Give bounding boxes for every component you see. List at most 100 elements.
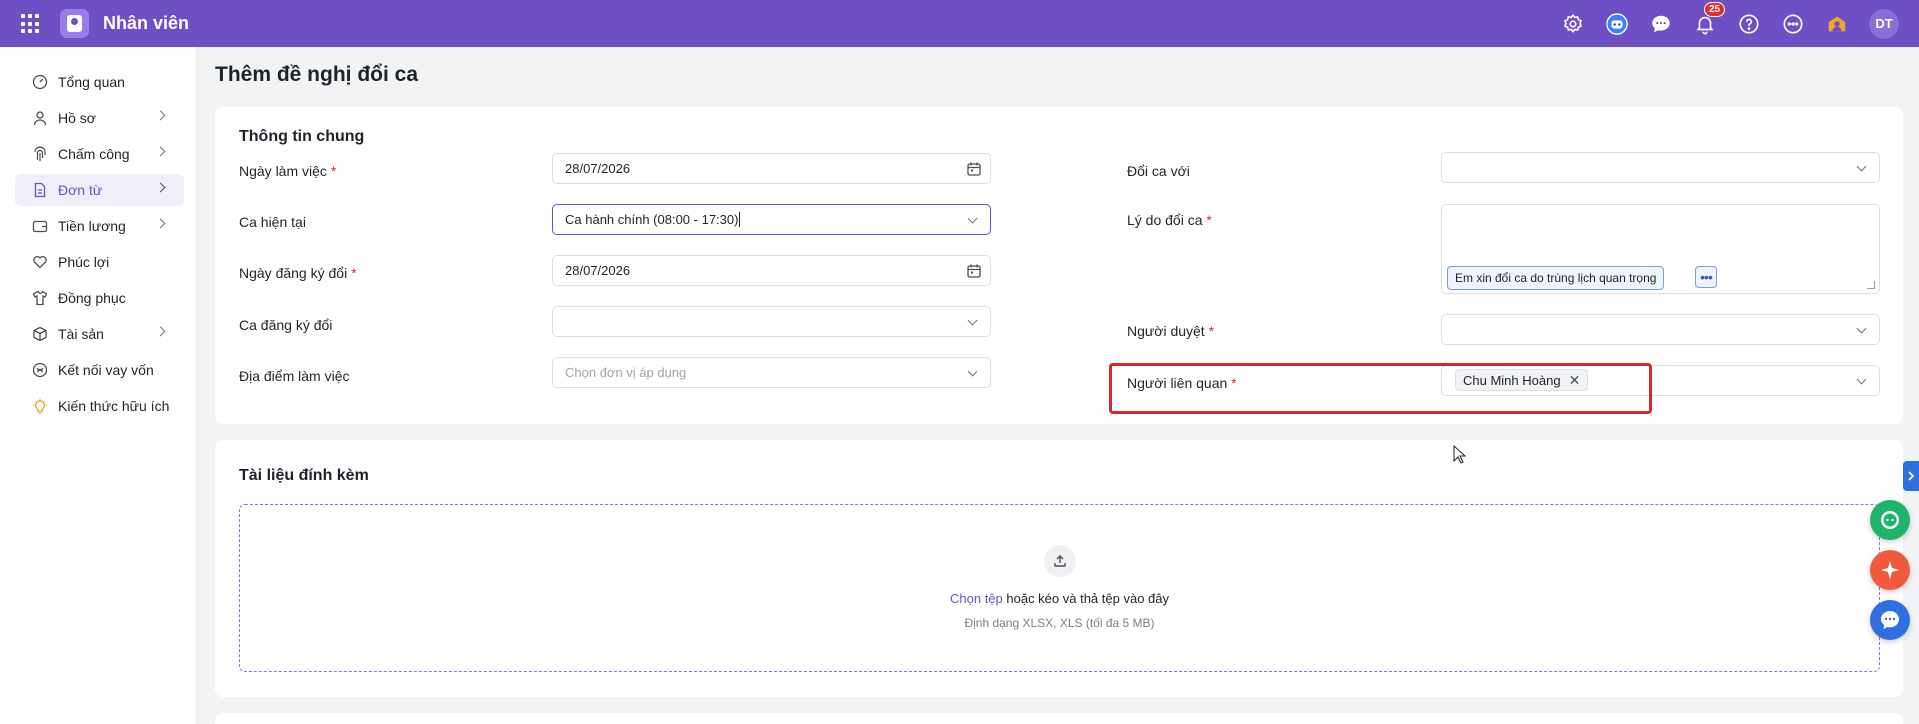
fingerprint-icon [31, 145, 49, 163]
work-location-select[interactable]: Chọn đơn vị áp dụng [552, 357, 991, 388]
approver-select[interactable] [1441, 314, 1880, 345]
resize-handle[interactable] [1867, 281, 1875, 289]
sidebar-item-label: Kết nối vay vốn [58, 362, 154, 378]
register-date-label: Ngày đăng ký đổi * [239, 265, 357, 281]
chevron-down-icon [1856, 161, 1867, 172]
current-shift-label: Ca hiện tại [239, 214, 306, 230]
dashboard-icon [31, 73, 49, 91]
document-icon [31, 181, 49, 199]
register-shift-label: Ca đăng ký đổi [239, 317, 333, 333]
sidebar-item-label: Đồng phục [58, 290, 126, 306]
work-date-value: 28/07/2026 [565, 161, 631, 176]
remove-tag-icon[interactable]: ✕ [1569, 372, 1581, 389]
sidebar-item-label: Tài sản [58, 326, 104, 342]
reason-textarea[interactable]: Em xin đổi ca do trùng lịch quan trọng •… [1441, 204, 1880, 294]
user-icon [31, 109, 49, 127]
messenger-button[interactable] [1870, 600, 1910, 640]
register-date-picker[interactable]: 28/07/2026 [552, 255, 991, 286]
shirt-icon [31, 289, 49, 307]
user-avatar[interactable]: DT [1869, 8, 1899, 39]
chat-support-button[interactable] [1870, 500, 1910, 540]
chevron-down-icon [1856, 374, 1867, 385]
sidebar-item-overview[interactable]: Tổng quan [15, 66, 184, 98]
sidebar-item-label: Phúc lợi [58, 254, 110, 270]
current-shift-select[interactable]: Ca hành chính (08:00 - 17:30) [552, 204, 991, 235]
current-shift-value: Ca hành chính (08:00 - 17:30) [565, 212, 739, 227]
work-date-picker[interactable]: 28/07/2026 [552, 153, 991, 184]
more-suggestions-button[interactable]: ••• [1695, 266, 1717, 288]
sidebar-item-uniform[interactable]: Đồng phục [15, 282, 184, 314]
related-person-label: Người liên quan * [1127, 375, 1237, 391]
chevron-right-icon [155, 326, 166, 337]
sidebar-item-label: Tiền lương [58, 218, 126, 234]
next-section-card [215, 713, 1903, 724]
attachments-title: Tài liệu đính kèm [239, 467, 369, 484]
chevron-right-icon [155, 218, 166, 229]
link-circle-icon [31, 361, 49, 379]
general-info-title: Thông tin chung [239, 128, 365, 145]
related-person-name: Chu Minh Hoàng [1463, 372, 1561, 388]
company-home-icon[interactable] [1825, 12, 1849, 36]
mouse-cursor-icon [1453, 445, 1467, 464]
notification-badge: 25 [1704, 1, 1726, 17]
side-panel-toggle[interactable] [1903, 461, 1919, 491]
calendar-icon [967, 162, 981, 176]
work-date-label: Ngày làm việc * [239, 163, 337, 179]
sidebar-item-profile[interactable]: Hồ sơ [15, 102, 184, 134]
sidebar-item-label: Chấm công [58, 146, 130, 162]
file-format-hint: Định dạng XLSX, XLS (tối đa 5 MB) [964, 616, 1155, 630]
help-question-icon[interactable] [1737, 12, 1761, 36]
app-logo [60, 9, 89, 38]
sidebar-item-requests[interactable]: Đơn từ [15, 174, 184, 206]
reason-suggestion-chip[interactable]: Em xin đổi ca do trùng lịch quan trọng [1447, 266, 1665, 290]
chevron-down-icon [1856, 323, 1867, 334]
more-options-icon[interactable] [1781, 12, 1805, 36]
chevron-down-icon [967, 366, 978, 377]
drag-drop-text: hoặc kéo và thả tệp vào đây [1002, 591, 1169, 606]
chevron-right-icon [155, 146, 166, 157]
sidebar-item-label: Kiến thức hữu ích [58, 398, 170, 414]
chevron-down-icon [967, 213, 978, 224]
dropzone-text: Chọn tệp hoặc kéo và thả tệp vào đây [240, 591, 1879, 606]
lightbulb-icon [31, 397, 49, 415]
approver-label: Người duyệt * [1127, 323, 1215, 339]
sidebar-item-attendance[interactable]: Chấm công [15, 138, 184, 170]
work-location-label: Địa điểm làm việc [239, 368, 350, 384]
settings-gear-icon[interactable] [1561, 12, 1585, 36]
file-dropzone[interactable]: Chọn tệp hoặc kéo và thả tệp vào đây Địn… [239, 504, 1880, 672]
calendar-icon [967, 264, 981, 278]
page-title: Thêm đề nghị đổi ca [215, 63, 419, 86]
chevron-right-icon [155, 182, 166, 193]
choose-file-link[interactable]: Chọn tệp [950, 591, 1003, 606]
register-shift-select[interactable] [552, 306, 991, 337]
sidebar-item-label: Đơn từ [58, 182, 103, 198]
chevron-right-icon [155, 110, 166, 121]
box-icon [31, 325, 49, 343]
sidebar-item-salary[interactable]: Tiền lương [15, 210, 184, 242]
related-person-tag: Chu Minh Hoàng ✕ [1455, 369, 1589, 391]
ai-sparkle-button[interactable] [1870, 550, 1910, 590]
wallet-icon [31, 217, 49, 235]
top-actions: 25 DT [1541, 0, 1899, 47]
chat-bubble-icon[interactable] [1649, 12, 1673, 36]
app-title: Nhân viên [103, 13, 190, 33]
sidebar-item-benefits[interactable]: Phúc lợi [15, 246, 184, 278]
general-info-card: Thông tin chung Ngày làm việc * 28/07/20… [215, 107, 1903, 424]
notification-bell-icon[interactable]: 25 [1693, 1, 1726, 36]
app-grid-icon[interactable] [21, 14, 41, 34]
ai-bot-icon[interactable] [1605, 12, 1629, 36]
attachments-card: Tài liệu đính kèm Chọn tệp hoặc kéo và t… [215, 440, 1903, 697]
sidebar-item-loan[interactable]: Kết nối vay vốn [15, 354, 184, 386]
sidebar-item-label: Tổng quan [58, 74, 125, 90]
work-location-placeholder: Chọn đơn vị áp dụng [565, 365, 687, 380]
sidebar-item-assets[interactable]: Tài sản [15, 318, 184, 350]
register-date-value: 28/07/2026 [565, 263, 631, 278]
heart-hand-icon [31, 253, 49, 271]
chevron-down-icon [967, 315, 978, 326]
swap-with-select[interactable] [1441, 152, 1880, 183]
top-bar: Nhân viên 25 DT [0, 0, 1919, 47]
sidebar-item-knowledge[interactable]: Kiến thức hữu ích [15, 390, 184, 422]
sidebar: Tổng quan Hồ sơ Chấm công Đơn từ Tiền lư… [0, 47, 197, 724]
sidebar-item-label: Hồ sơ [58, 110, 96, 126]
reason-label: Lý do đổi ca * [1127, 212, 1212, 228]
